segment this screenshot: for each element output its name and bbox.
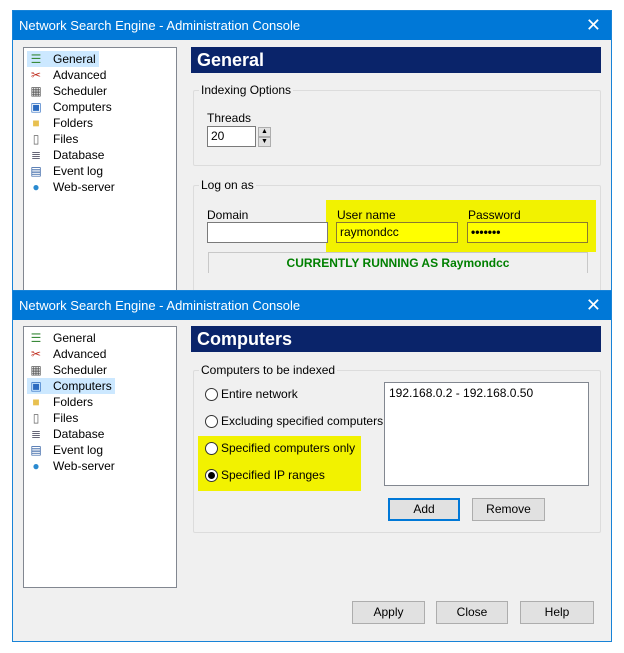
add-button[interactable]: Add [388, 498, 460, 521]
close-icon[interactable]: ✕ [586, 11, 601, 40]
sidebar-item-computers[interactable]: ▣ Computers [27, 378, 115, 394]
sidebar-item-scheduler[interactable]: ▦ Scheduler [27, 83, 110, 99]
sidebar-item-event-log[interactable]: ▤ Event log [27, 442, 106, 458]
sidebar-item-general[interactable]: ☰ General [27, 330, 99, 346]
list-item[interactable]: 192.168.0.2 - 192.168.0.50 [389, 386, 584, 400]
sidebar-item-label: Folders [53, 116, 94, 130]
window-computers: Network Search Engine - Administration C… [12, 290, 612, 642]
list-icon: ☰ [30, 331, 42, 345]
sidebar-item-folders[interactable]: ■ Folders [27, 115, 96, 131]
sidebar-item-advanced[interactable]: ✂ Advanced [27, 346, 109, 362]
database-icon: ≣ [30, 427, 42, 441]
sidebar-item-label: Database [53, 427, 105, 441]
password-label: Password [468, 208, 521, 222]
sidebar-item-event-log[interactable]: ▤ Event log [27, 163, 106, 179]
sidebar-item-label: Web-server [53, 459, 115, 473]
sidebar-item-label: Database [53, 148, 105, 162]
sidebar-item-general[interactable]: ☰ General [27, 51, 99, 67]
sidebar-item-web-server[interactable]: ● Web-server [27, 458, 118, 474]
sidebar-item-label: Computers [53, 100, 112, 114]
sidebar-item-files[interactable]: ▯ Files [27, 410, 81, 426]
spin-up-button[interactable]: ▲ [258, 127, 271, 137]
status-text: CURRENTLY RUNNING AS Raymondcc [208, 252, 588, 273]
nav-tree: ☰ General ✂ Advanced ▦ Scheduler ▣ Computers ■ Fo… [23, 47, 177, 297]
sidebar-item-label: Advanced [53, 68, 107, 82]
remove-button[interactable]: Remove [472, 498, 545, 521]
sidebar-item-database[interactable]: ≣ Database [27, 426, 107, 442]
file-icon: ▯ [32, 132, 40, 146]
sidebar-item-computers[interactable]: ▣ Computers [27, 99, 115, 115]
network-icon: ▣ [30, 379, 42, 393]
sidebar-item-files[interactable]: ▯ Files [27, 131, 81, 147]
username-input[interactable]: raymondcc [336, 222, 458, 243]
sidebar-item-label: Files [53, 132, 79, 146]
threads-label: Threads [207, 111, 252, 125]
calendar-clock-icon: ▦ [30, 363, 42, 377]
sidebar-item-label: Computers [53, 379, 112, 393]
globe-icon: ● [32, 459, 40, 473]
sidebar-item-label: General [53, 52, 96, 66]
window-general: Network Search Engine - Administration C… [12, 10, 612, 297]
globe-icon: ● [32, 180, 40, 194]
group-label: Log on as [199, 178, 256, 192]
page-title: Computers [191, 326, 601, 352]
domain-input[interactable] [207, 222, 328, 243]
sidebar-item-label: Advanced [53, 347, 107, 361]
title-bar: Network Search Engine - Administration C… [13, 291, 611, 320]
sidebar-item-label: General [53, 331, 96, 345]
sidebar-item-label: Web-server [53, 180, 115, 194]
ip-range-list[interactable]: 192.168.0.2 - 192.168.0.50 [384, 382, 589, 486]
radio-specified-computers[interactable]: Specified computers only [205, 441, 355, 457]
close-icon[interactable]: ✕ [586, 291, 601, 320]
close-button[interactable]: Close [436, 601, 508, 624]
event-log-icon: ▤ [30, 164, 42, 178]
event-log-icon: ▤ [30, 443, 42, 457]
sidebar-item-label: Scheduler [53, 84, 108, 98]
window-title: Network Search Engine - Administration C… [19, 298, 301, 313]
sidebar-item-advanced[interactable]: ✂ Advanced [27, 67, 109, 83]
group-label: Indexing Options [199, 83, 294, 97]
sidebar-item-label: Files [53, 411, 79, 425]
window-title: Network Search Engine - Administration C… [19, 18, 301, 33]
title-bar: Network Search Engine - Administration C… [13, 11, 611, 40]
apply-button[interactable]: Apply [352, 601, 425, 624]
group-label: Computers to be indexed [199, 363, 338, 377]
tools-icon: ✂ [30, 347, 42, 361]
threads-input[interactable]: 20 [207, 126, 256, 147]
file-icon: ▯ [32, 411, 40, 425]
radio-specified-ip-ranges[interactable]: Specified IP ranges [205, 468, 325, 484]
help-button[interactable]: Help [520, 601, 594, 624]
domain-label: Domain [207, 208, 249, 222]
sidebar-item-scheduler[interactable]: ▦ Scheduler [27, 362, 110, 378]
network-icon: ▣ [30, 100, 42, 114]
sidebar-item-label: Scheduler [53, 363, 108, 377]
radio-entire-network[interactable]: Entire network [205, 387, 298, 403]
database-icon: ≣ [30, 148, 42, 162]
sidebar-item-web-server[interactable]: ● Web-server [27, 179, 118, 195]
sidebar-item-folders[interactable]: ■ Folders [27, 394, 96, 410]
radio-excluding-computers[interactable]: Excluding specified computers [205, 414, 383, 430]
sidebar-item-label: Folders [53, 395, 94, 409]
list-icon: ☰ [30, 52, 42, 66]
nav-tree: ☰ General ✂ Advanced ▦ Scheduler ▣ Computers ■ Fo… [23, 326, 177, 588]
folder-icon: ■ [32, 116, 40, 130]
page-title: General [191, 47, 601, 73]
tools-icon: ✂ [30, 68, 42, 82]
password-input[interactable]: ••••••• [467, 222, 588, 243]
spin-down-button[interactable]: ▼ [258, 137, 271, 147]
folder-icon: ■ [32, 395, 40, 409]
sidebar-item-database[interactable]: ≣ Database [27, 147, 107, 163]
sidebar-item-label: Event log [53, 443, 104, 457]
username-label: User name [337, 208, 396, 222]
calendar-clock-icon: ▦ [30, 84, 42, 98]
sidebar-item-label: Event log [53, 164, 104, 178]
